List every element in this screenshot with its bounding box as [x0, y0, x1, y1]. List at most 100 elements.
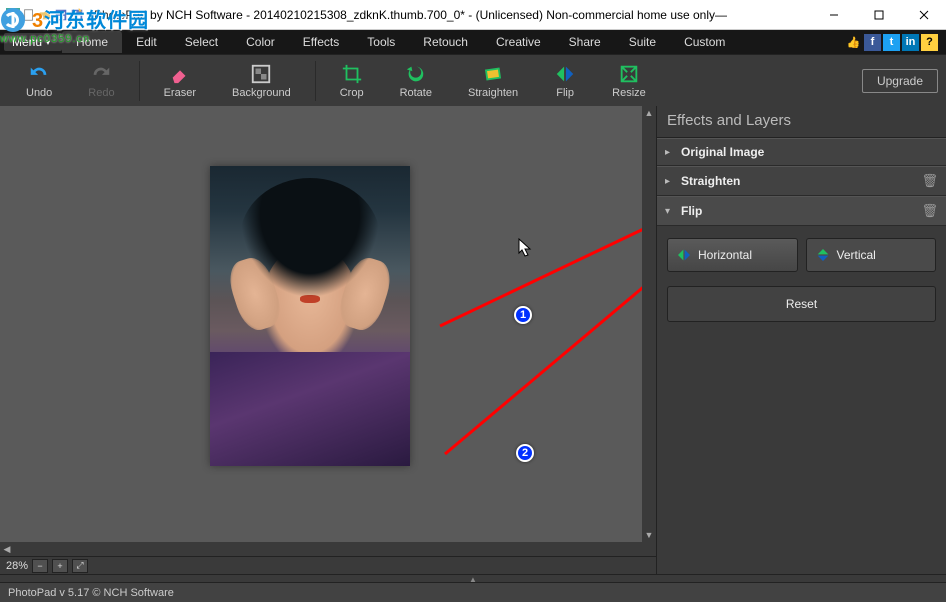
- eraser-label: Eraser: [164, 87, 196, 99]
- scroll-corner: [642, 542, 656, 556]
- straighten-label: Straighten: [468, 87, 518, 99]
- layer-flip[interactable]: ▾ Flip 🗑: [657, 196, 946, 226]
- tab-retouch[interactable]: Retouch: [409, 31, 482, 53]
- collapse-icon: ▸: [665, 147, 675, 158]
- crop-label: Crop: [340, 87, 364, 99]
- resize-label: Resize: [612, 87, 646, 99]
- expand-icon: ▾: [665, 206, 675, 217]
- tab-home[interactable]: Home: [62, 31, 122, 53]
- eraser-button[interactable]: Eraser: [146, 61, 214, 101]
- canvas-vertical-scrollbar[interactable]: ▲ ▼: [642, 106, 656, 542]
- menubar: Menu ▾ Home Edit Select Color Effects To…: [0, 30, 946, 54]
- menu-tabs: Home Edit Select Color Effects Tools Ret…: [62, 31, 739, 53]
- annotation-badge-1: 1: [514, 306, 532, 324]
- annotation-arrow-1: [430, 206, 656, 336]
- save-icon[interactable]: [54, 8, 68, 22]
- flip-vertical-label: Vertical: [837, 248, 876, 262]
- window-controls: [811, 0, 946, 29]
- delete-layer-icon[interactable]: 🗑: [921, 173, 938, 189]
- tab-share[interactable]: Share: [555, 31, 615, 53]
- tab-effects[interactable]: Effects: [289, 31, 353, 53]
- straighten-button[interactable]: Straighten: [450, 61, 536, 101]
- undo-icon: [28, 63, 50, 85]
- menu-label: Menu: [12, 35, 42, 49]
- new-icon[interactable]: [22, 8, 36, 22]
- flip-options: Horizontal Vertical Reset: [657, 226, 946, 334]
- resize-button[interactable]: Resize: [594, 61, 664, 101]
- rotate-button[interactable]: Rotate: [382, 61, 450, 101]
- tab-creative[interactable]: Creative: [482, 31, 555, 53]
- toolbar: Undo Redo Eraser Background Crop Rotate …: [0, 54, 946, 106]
- canvas-horizontal-scrollbar[interactable]: ◀ ▶: [0, 542, 642, 556]
- image-content: [210, 166, 410, 466]
- zoom-fit-button[interactable]: ⤢: [72, 559, 88, 573]
- maximize-button[interactable]: [856, 0, 901, 30]
- redo-icon: [90, 63, 112, 85]
- redo-label: Redo: [88, 87, 114, 99]
- app-icon: [6, 8, 20, 22]
- collapse-icon: ▸: [665, 176, 675, 187]
- open-icon[interactable]: [38, 8, 52, 22]
- flip-button[interactable]: Flip: [536, 61, 594, 101]
- tab-suite[interactable]: Suite: [615, 31, 670, 53]
- window-title: PhotoPad by NCH Software - 2014021021530…: [94, 8, 811, 22]
- zoom-out-button[interactable]: −: [32, 559, 48, 573]
- facebook-icon[interactable]: f: [864, 34, 881, 51]
- rotate-label: Rotate: [400, 87, 432, 99]
- flip-vertical-icon: [815, 247, 831, 263]
- layer-label: Straighten: [681, 174, 915, 188]
- toolbar-separator: [315, 61, 316, 101]
- tab-custom[interactable]: Custom: [670, 31, 739, 53]
- flip-vertical-button[interactable]: Vertical: [806, 238, 937, 272]
- saveas-icon[interactable]: [70, 8, 84, 22]
- redo-button[interactable]: Redo: [70, 61, 132, 101]
- chevron-down-icon: ▾: [46, 38, 50, 47]
- background-label: Background: [232, 87, 291, 99]
- toolbar-separator: [139, 61, 140, 101]
- layer-original-image[interactable]: ▸ Original Image: [657, 138, 946, 166]
- tab-color[interactable]: Color: [232, 31, 289, 53]
- close-button[interactable]: [901, 0, 946, 30]
- background-icon: [250, 63, 272, 85]
- history-group: Undo Redo: [8, 61, 133, 101]
- scroll-left-icon[interactable]: ◀: [0, 542, 14, 556]
- like-icon[interactable]: 👍: [845, 34, 862, 51]
- annotation-arrow-2: [435, 244, 656, 464]
- effects-layers-panel: Effects and Layers ▸ Original Image ▸ St…: [656, 106, 946, 574]
- delete-layer-icon[interactable]: 🗑: [921, 203, 938, 219]
- twitter-icon[interactable]: t: [883, 34, 900, 51]
- flip-icon: [554, 63, 576, 85]
- reset-button[interactable]: Reset: [667, 286, 936, 322]
- annotation-badge-2: 2: [516, 444, 534, 462]
- tab-edit[interactable]: Edit: [122, 31, 171, 53]
- upgrade-button[interactable]: Upgrade: [862, 69, 938, 93]
- eraser-icon: [169, 63, 191, 85]
- tab-tools[interactable]: Tools: [353, 31, 409, 53]
- titlebar-quick-icons: [6, 8, 84, 22]
- linkedin-icon[interactable]: in: [902, 34, 919, 51]
- flip-horizontal-button[interactable]: Horizontal: [667, 238, 798, 272]
- mouse-cursor-icon: [518, 238, 532, 258]
- status-bar: PhotoPad v 5.17 © NCH Software: [0, 582, 946, 602]
- zoom-in-button[interactable]: +: [52, 559, 68, 573]
- help-icon[interactable]: ?: [921, 34, 938, 51]
- menu-dropdown[interactable]: Menu ▾: [4, 33, 62, 51]
- social-icons: 👍 f t in ?: [845, 34, 946, 51]
- minimize-button[interactable]: [811, 0, 856, 30]
- main-area: 1 2 ▲ ▼ ◀ ▶ 28% − + ⤢ Effects and Layers…: [0, 106, 946, 574]
- layer-straighten[interactable]: ▸ Straighten 🗑: [657, 166, 946, 196]
- scroll-down-icon[interactable]: ▼: [642, 528, 656, 542]
- crop-button[interactable]: Crop: [322, 61, 382, 101]
- undo-button[interactable]: Undo: [8, 61, 70, 101]
- flip-horizontal-icon: [676, 247, 692, 263]
- scroll-up-icon[interactable]: ▲: [642, 106, 656, 120]
- canvas-area: 1 2 ▲ ▼ ◀ ▶ 28% − + ⤢: [0, 106, 656, 574]
- straighten-icon: [482, 63, 504, 85]
- background-button[interactable]: Background: [214, 61, 309, 101]
- window-titlebar: PhotoPad by NCH Software - 2014021021530…: [0, 0, 946, 30]
- canvas-image[interactable]: [210, 166, 410, 466]
- flip-horizontal-label: Horizontal: [698, 248, 752, 262]
- canvas-viewport[interactable]: 1 2 ▲ ▼ ◀ ▶: [0, 106, 656, 556]
- tab-select[interactable]: Select: [171, 31, 232, 53]
- rotate-icon: [405, 63, 427, 85]
